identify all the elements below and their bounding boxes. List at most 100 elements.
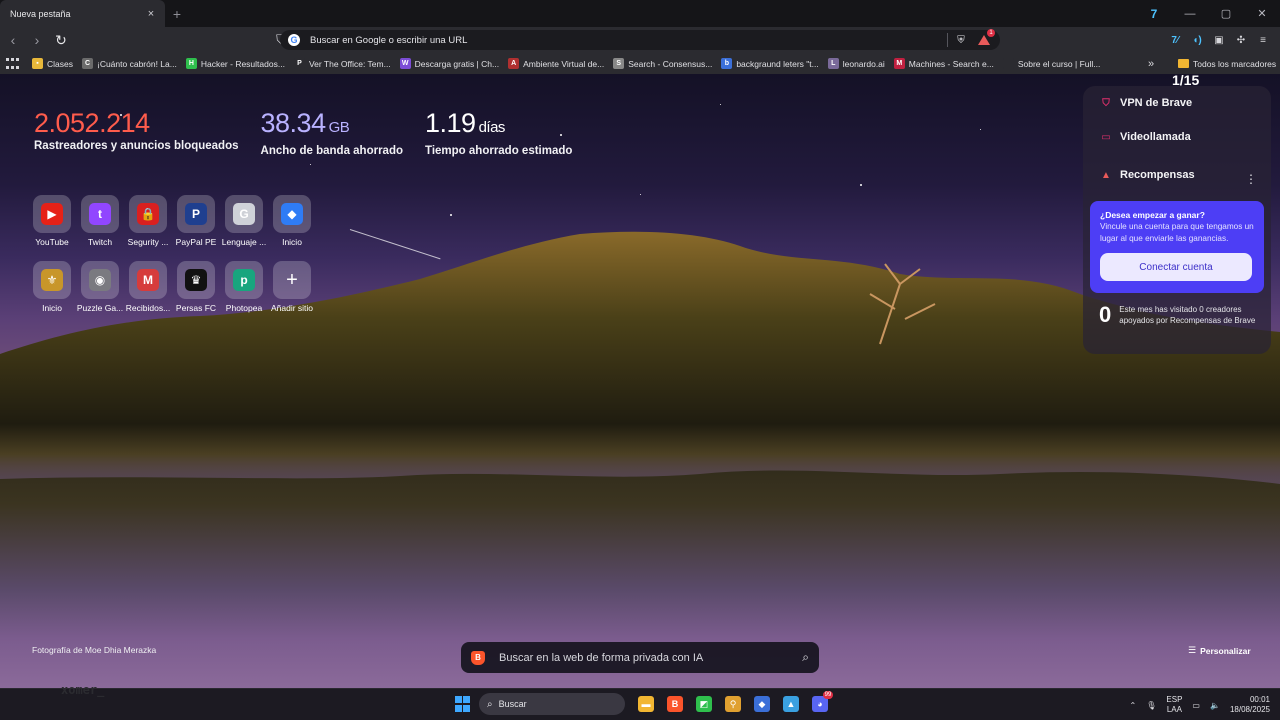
language-indicator[interactable]: ESP LAA: [1166, 695, 1182, 715]
top-site-tile[interactable]: ⚜ Inicio: [28, 261, 76, 313]
bookmark-label: Sobre el curso | Full...: [1017, 58, 1101, 69]
bookmark-favicon-icon: L: [827, 58, 839, 69]
translate-extension-icon[interactable]: 7⁄: [1166, 30, 1184, 50]
minimize-button[interactable]: —: [1172, 0, 1208, 27]
bookmark-item[interactable]: ▪ Clases: [32, 58, 73, 69]
taskbar-apps: ⌕ Buscar ▬ B ◩ ⚲ ◆ ▲ ◕ 99: [452, 691, 833, 716]
bookmark-item[interactable]: C ¡Cuánto cabrón! La...: [81, 58, 177, 69]
taskbar-app-app-3[interactable]: ◩: [692, 692, 716, 716]
photo-credit[interactable]: Fotografía de Moe Dhia Merazka: [32, 645, 156, 655]
top-site-tile[interactable]: t Twitch: [76, 195, 124, 247]
bookmark-item[interactable]: W Descarga gratis | Ch...: [399, 58, 499, 69]
top-site-tile[interactable]: ◆ Inicio: [268, 195, 316, 247]
bookmark-favicon-icon: [1002, 58, 1014, 69]
wallet-icon[interactable]: ▣: [1210, 30, 1228, 50]
site-icon: ♛: [185, 269, 207, 291]
clock-time: 00:01: [1249, 695, 1270, 704]
chevron-up-icon[interactable]: ⌃: [1130, 701, 1137, 710]
vpn-row[interactable]: ⛉ VPN de Brave: [1099, 96, 1192, 110]
add-site-button[interactable]: + Añadir sitio: [268, 261, 316, 313]
rewards-label: Recompensas: [1120, 169, 1195, 181]
bookmark-label: leonardo.ai: [842, 58, 885, 69]
video-call-label: Videollamada: [1120, 131, 1191, 143]
volume-icon[interactable]: 🔈: [1210, 701, 1220, 710]
search-icon[interactable]: ⌕: [802, 650, 809, 665]
bookmark-label: Machines - Search e...: [908, 58, 994, 69]
bookmark-item[interactable]: S Search - Consensus...: [613, 58, 712, 69]
video-call-row[interactable]: ▭ Videollamada: [1099, 130, 1191, 144]
site-tile-background: 🔒: [129, 195, 167, 233]
bookmark-item[interactable]: H Hacker - Resultados...: [185, 58, 285, 69]
top-site-tile[interactable]: p Photopea: [220, 261, 268, 313]
ai-search-input[interactable]: Buscar en la web de forma privada con IA: [499, 652, 802, 664]
vpn-label: VPN de Brave: [1120, 97, 1193, 109]
new-tab-button[interactable]: +: [165, 0, 189, 27]
ai-search-bar[interactable]: B Buscar en la web de forma privada con …: [461, 642, 819, 673]
extension-icon[interactable]: 7: [1136, 0, 1172, 27]
bookmark-favicon-icon: A: [508, 58, 520, 69]
connect-account-button[interactable]: Conectar cuenta: [1100, 253, 1252, 281]
extensions-icon[interactable]: ✣: [1232, 30, 1250, 50]
customize-button[interactable]: ☰ Personalizar: [1188, 645, 1251, 656]
bookmark-item[interactable]: Lleonardo.ai: [827, 58, 885, 69]
site-name: Inicio: [282, 237, 302, 247]
bookmark-label: ¡Cuánto cabrón! La...: [96, 58, 177, 69]
bookmark-item[interactable]: A Ambiente Virtual de...: [508, 58, 604, 69]
site-name: PayPal PE: [175, 237, 217, 247]
address-bar[interactable]: G Buscar en Google o escribir una URL ⛨ …: [280, 29, 1000, 50]
bookmark-item[interactable]: P Ver The Office: Tem...: [293, 58, 391, 69]
menu-icon[interactable]: ≡: [1254, 30, 1272, 50]
all-bookmarks-button[interactable]: Todos los marcadores: [1178, 53, 1276, 74]
clock[interactable]: 00:01 18/08/2025: [1230, 695, 1270, 715]
top-site-tile[interactable]: 🔒 Segurity ...: [124, 195, 172, 247]
bookmark-favicon-icon: H: [185, 58, 197, 69]
tab-new-tab[interactable]: Nueva pestaña ×: [0, 0, 165, 27]
time-value: 1.19: [425, 108, 476, 138]
taskbar-app-discord[interactable]: ◕ 99: [808, 691, 833, 716]
audio-icon[interactable]: ◖): [1188, 30, 1206, 50]
brave-stats: 2.052.214 Rastreadores y anuncios bloque…: [34, 108, 572, 157]
top-site-tile[interactable]: G Lenguaje ...: [220, 195, 268, 247]
taskbar-app-brave[interactable]: B: [663, 692, 687, 716]
top-site-tile[interactable]: ♛ Persas FC: [172, 261, 220, 313]
star: [980, 129, 981, 130]
top-site-tile[interactable]: ◉ Puzzle Ga...: [76, 261, 124, 313]
site-tile-background: ▶: [33, 195, 71, 233]
top-site-tile[interactable]: P PayPal PE: [172, 195, 220, 247]
back-button[interactable]: ‹: [2, 29, 24, 51]
search-icon: ⌕: [487, 698, 493, 710]
apps-grid-icon[interactable]: [6, 56, 22, 72]
top-site-tile[interactable]: M Recibidos...: [124, 261, 172, 313]
taskbar-app-app-4[interactable]: ⚲: [721, 692, 745, 716]
site-icon: ⚜: [41, 269, 63, 291]
folder-icon: [1178, 59, 1189, 68]
bookmark-item[interactable]: M Machines - Search e...: [893, 58, 994, 69]
brave-shields-icon[interactable]: ⛨: [954, 33, 968, 47]
app-4-icon: ⚲: [725, 696, 741, 712]
taskbar-app-app-5[interactable]: ◆: [750, 692, 774, 716]
rewards-triangle-icon: ▲: [1101, 169, 1111, 181]
bookmark-item[interactable]: Sobre el curso | Full...: [1002, 58, 1101, 69]
video-call-icon: ▭: [1101, 131, 1111, 143]
close-tab-icon[interactable]: ×: [145, 8, 157, 20]
taskbar-search[interactable]: ⌕ Buscar: [479, 693, 625, 715]
taskbar-app-file-explorer[interactable]: ▬: [634, 692, 658, 716]
reload-button[interactable]: ↻: [50, 29, 72, 51]
site-tile-background: p: [225, 261, 263, 299]
microphone-icon[interactable]: 🎙: [1146, 701, 1156, 710]
brave-rewards-icon[interactable]: 1: [976, 29, 995, 48]
forward-button[interactable]: ›: [26, 29, 48, 51]
windows-start-icon[interactable]: [452, 693, 474, 715]
network-icon[interactable]: ▭: [1192, 701, 1200, 710]
bookmarks-overflow-button[interactable]: »: [1148, 53, 1154, 74]
taskbar-app-app-6[interactable]: ▲: [779, 692, 803, 716]
bookmark-item[interactable]: b backgraund leters "t...: [721, 58, 819, 69]
bookmark-label: Clases: [47, 58, 73, 69]
maximize-button[interactable]: ▢: [1208, 0, 1244, 27]
bandwidth-value: 38.34: [260, 108, 327, 138]
close-window-button[interactable]: ✕: [1244, 0, 1280, 27]
top-site-tile[interactable]: ▶ YouTube: [28, 195, 76, 247]
rewards-row[interactable]: ▲ Recompensas: [1099, 168, 1195, 182]
rewards-more-icon[interactable]: ⋮: [1245, 172, 1257, 186]
address-input[interactable]: Buscar en Google o escribir una URL: [310, 35, 941, 46]
